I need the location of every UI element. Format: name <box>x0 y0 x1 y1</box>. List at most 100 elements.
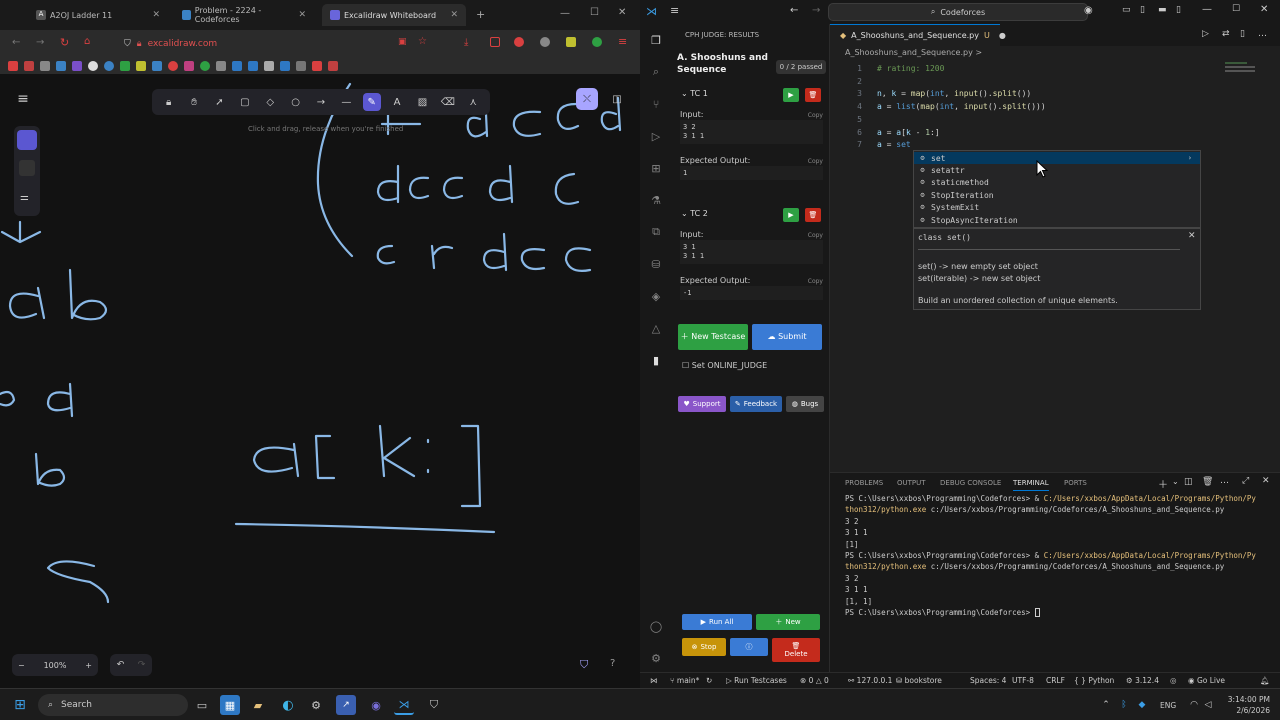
minimize-icon[interactable]: — <box>560 8 570 19</box>
back-icon[interactable]: ← <box>790 5 798 16</box>
tab-output[interactable]: OUTPUT <box>897 479 926 487</box>
bookmark-icon[interactable] <box>280 61 290 71</box>
bookmark-icon[interactable] <box>72 61 82 71</box>
suggestion-item[interactable]: ⚙ SystemExit <box>914 201 1200 213</box>
expand-details-icon[interactable]: › <box>1188 154 1192 162</box>
bookmark-icon[interactable] <box>200 61 210 71</box>
stop-button[interactable]: ⊗ Stop <box>682 638 726 656</box>
minimize-icon[interactable]: — <box>1202 4 1212 15</box>
copy-button[interactable]: Copy <box>808 232 823 239</box>
selection-icon[interactable]: ➚ <box>210 93 228 111</box>
download-icon[interactable]: ⤓ <box>464 37 468 48</box>
layers-icon[interactable]: ◈ <box>648 288 664 304</box>
lock-icon[interactable]: 🔒︎ <box>160 93 178 111</box>
extension-icon[interactable] <box>592 37 602 47</box>
breadcrumb[interactable]: A_Shooshuns_and_Sequence.py > <box>845 48 982 57</box>
file-explorer-icon[interactable]: ▰ <box>248 695 268 715</box>
source-control-icon[interactable]: ⑂ <box>648 96 664 112</box>
more-tools-icon[interactable]: ⋏ <box>464 93 482 111</box>
bookmark-icon[interactable] <box>120 61 130 71</box>
toggle-secondary-icon[interactable]: ▯ <box>1176 5 1181 15</box>
bookmark-icon[interactable] <box>264 61 274 71</box>
new-tab-icon[interactable]: + <box>476 8 485 21</box>
indent-status[interactable]: Spaces: 4 <box>970 676 1006 685</box>
account-icon[interactable]: ◯ <box>648 618 664 634</box>
expected-output-box[interactable]: 1 <box>680 166 823 180</box>
menu-icon[interactable]: ≡ <box>670 4 679 17</box>
browser-tab-excalidraw[interactable]: Excalidraw Whiteboard ✕ <box>322 4 466 26</box>
adjust-icon[interactable]: ⚌ <box>20 192 29 203</box>
discord-icon[interactable]: ◉ <box>366 695 386 715</box>
extensions-icon[interactable]: ⊞ <box>648 160 664 176</box>
bookstore-status[interactable]: ⛁ bookstore <box>896 676 942 685</box>
bookmark-icon[interactable] <box>40 61 50 71</box>
maximize-panel-icon[interactable]: ⤢ <box>1242 476 1249 486</box>
ellipse-icon[interactable]: ○ <box>287 93 305 111</box>
tray-overflow-icon[interactable]: ⌃ <box>1096 695 1116 715</box>
bookmark-icon[interactable] <box>296 61 306 71</box>
library-icon[interactable]: ◫ <box>606 88 628 110</box>
sync-icon[interactable]: ↻ <box>706 676 712 685</box>
new-button[interactable]: ＋ New <box>756 614 820 630</box>
share-button[interactable]: ⤬ <box>576 88 598 110</box>
brave-browser-icon[interactable]: ⛉ <box>424 695 444 715</box>
terminal-output[interactable]: PS C:\Users\xxbos\Programming\Codeforces… <box>845 493 1275 618</box>
bookmark-icon[interactable] <box>56 61 66 71</box>
tab-problems[interactable]: PROBLEMS <box>845 479 883 487</box>
chevron-down-icon[interactable]: ⌄ <box>1172 477 1179 486</box>
bluetooth-icon[interactable]: ᛒ <box>1114 695 1134 715</box>
split-editor-icon[interactable]: ▯ <box>1240 29 1245 39</box>
new-testcase-button[interactable]: ＋ New Testcase <box>678 324 748 350</box>
line-icon[interactable]: — <box>337 93 355 111</box>
address-bar[interactable]: ⛉ 🔒︎ excalidraw.com <box>124 34 384 54</box>
fill-hatch-icon[interactable] <box>17 130 37 150</box>
delete-testcase-button[interactable]: 🗑︎ <box>805 208 821 222</box>
split-terminal-icon[interactable]: ◫ <box>1184 477 1193 487</box>
suggestion-item[interactable]: ⚙ staticmethod <box>914 176 1200 188</box>
windows-start-icon[interactable]: ⊞ <box>10 695 30 715</box>
bookmark-icon[interactable] <box>136 61 146 71</box>
search-icon[interactable]: ⌕ <box>648 64 664 80</box>
text-icon[interactable]: A <box>388 93 406 111</box>
kill-terminal-icon[interactable]: 🗑︎ <box>1202 477 1213 487</box>
shield-check-icon[interactable]: ⛉ <box>580 658 588 672</box>
cph-icon[interactable]: △ <box>648 320 664 336</box>
testcase-title[interactable]: ⌄ TC 2 <box>681 209 708 218</box>
more-actions-icon[interactable]: … <box>1258 29 1267 39</box>
compare-icon[interactable]: ⇄ <box>1222 29 1230 39</box>
vscode-taskbar-icon[interactable]: ⋊ <box>394 695 414 715</box>
command-center-search[interactable]: ⌕ Codeforces <box>828 3 1088 21</box>
branch-status[interactable]: ⑂ main* <box>670 676 699 685</box>
notification-icon[interactable]: ◎ <box>1170 676 1177 685</box>
run-testcase-button[interactable]: ▶ <box>783 88 799 102</box>
forward-icon[interactable]: → <box>812 5 820 16</box>
excalidraw-canvas[interactable]: ≡ 🔒︎ ✋︎ ➚ ▢ ◇ ○ → — ✎ A ▨ ⌫ ⋏ Click and … <box>0 74 640 688</box>
suggestion-item[interactable]: ⚙ StopIteration <box>914 189 1200 201</box>
bookmark-icon[interactable] <box>24 61 34 71</box>
browser-tab-a2oj[interactable]: A A2OJ Ladder 11 ✕ <box>28 4 168 26</box>
eraser-icon[interactable]: ⌫ <box>439 93 457 111</box>
database-icon[interactable]: ⛁ <box>648 256 664 272</box>
help-icon[interactable]: ? <box>610 658 615 669</box>
run-file-icon[interactable]: ▷ <box>1202 29 1209 39</box>
zoom-in-button[interactable]: + <box>85 661 92 670</box>
reload-icon[interactable]: ↻ <box>60 36 69 49</box>
close-tab-icon[interactable]: ✕ <box>152 10 160 20</box>
close-window-icon[interactable]: ✕ <box>1260 4 1268 15</box>
widgets-icon[interactable]: ▦ <box>220 695 240 715</box>
clock[interactable]: 3:14:00 PM 2/6/2026 <box>1222 694 1270 716</box>
layout-icon[interactable]: ▭ <box>1122 5 1131 15</box>
run-testcases-status[interactable]: ▷ Run Testcases <box>726 676 787 685</box>
extension-icon[interactable] <box>514 37 524 47</box>
tray-app-icon[interactable]: ◆ <box>1132 695 1152 715</box>
suggestion-item[interactable]: ⚙ setattr <box>914 164 1200 176</box>
maximize-icon[interactable]: ☐ <box>1232 4 1240 14</box>
expected-output-box[interactable]: -1 <box>680 286 823 300</box>
taskbar-search[interactable]: ⌕ Search <box>38 694 188 716</box>
suggestion-item[interactable]: ⚙ set › <box>914 152 1200 164</box>
bell-icon[interactable]: 🔔︎ <box>1260 676 1270 685</box>
extension-icon[interactable] <box>566 37 576 47</box>
bookmark-icon[interactable] <box>216 61 226 71</box>
bookmark-icon[interactable] <box>184 61 194 71</box>
bookmark-star-icon[interactable]: ☆ <box>418 36 427 47</box>
